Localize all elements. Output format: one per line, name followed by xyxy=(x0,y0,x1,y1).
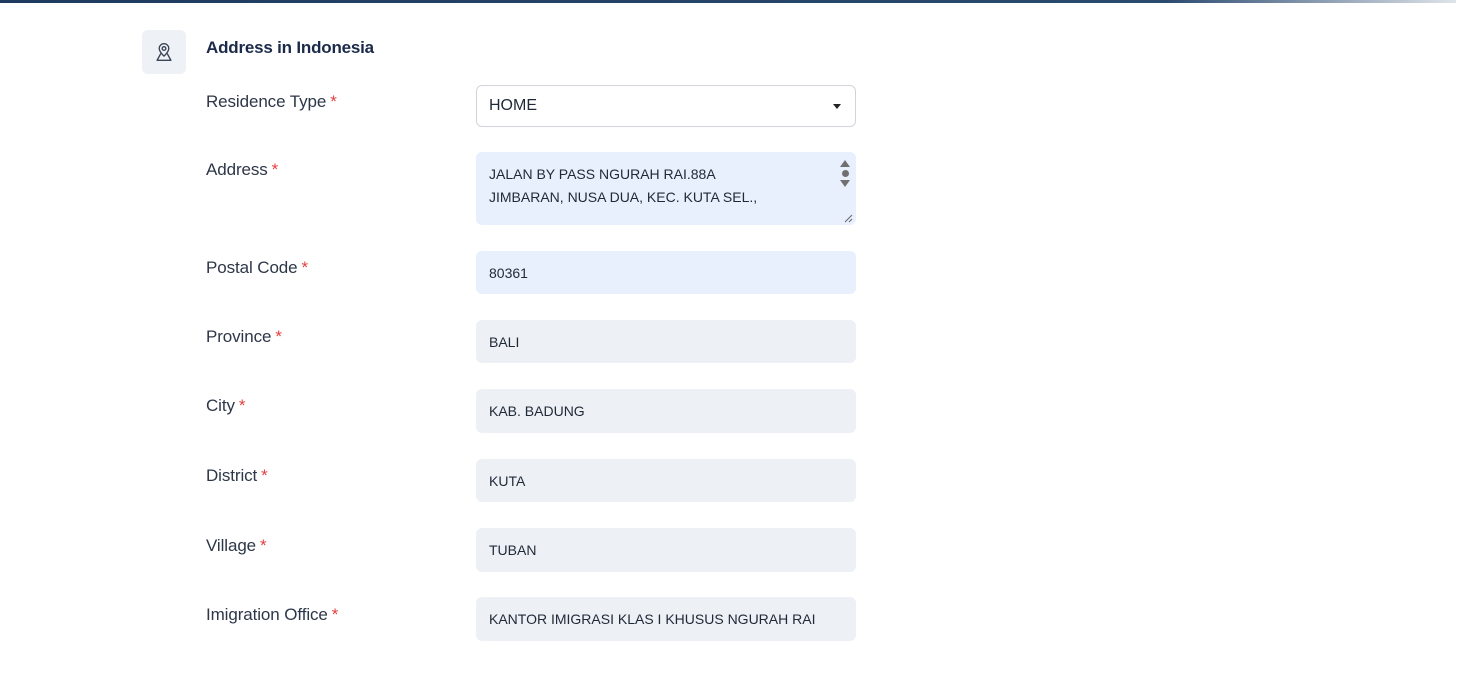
imigration-office-label-text: Imigration Office xyxy=(206,605,328,624)
chevron-down-icon xyxy=(833,103,841,109)
required-marker: * xyxy=(261,466,268,485)
province-field[interactable]: BALI xyxy=(476,320,856,363)
resize-handle-icon[interactable] xyxy=(843,213,853,223)
required-marker: * xyxy=(331,605,339,624)
required-marker: * xyxy=(301,258,309,277)
address-label-text: Address xyxy=(206,160,268,179)
imigration-office-value: KANTOR IMIGRASI KLAS I KHUSUS NGURAH RAI xyxy=(489,611,816,627)
postal-code-label-text: Postal Code xyxy=(206,258,298,277)
map-pin-icon xyxy=(142,30,186,74)
city-label: City * xyxy=(206,396,246,416)
address-textarea[interactable]: JALAN BY PASS NGURAH RAI.88A JIMBARAN, N… xyxy=(476,152,856,225)
village-label-text: Village xyxy=(206,536,257,555)
residence-type-label-text: Residence Type xyxy=(206,92,327,111)
city-label-text: City xyxy=(206,396,235,415)
province-label: Province * xyxy=(206,327,282,347)
scroll-down-arrow-icon[interactable] xyxy=(840,180,850,187)
scroll-up-arrow-icon[interactable] xyxy=(840,160,850,167)
residence-type-label: Residence Type * xyxy=(206,92,337,112)
section-title: Address in Indonesia xyxy=(206,38,374,57)
postal-code-value: 80361 xyxy=(489,264,528,281)
province-value: BALI xyxy=(489,333,520,350)
address-line-2: JIMBARAN, NUSA DUA, KEC. KUTA SEL., xyxy=(489,189,758,205)
residence-type-select[interactable]: HOME xyxy=(476,85,856,127)
address-line-1: JALAN BY PASS NGURAH RAI.88A xyxy=(489,166,716,182)
textarea-scrollbar[interactable] xyxy=(840,160,850,218)
required-marker: * xyxy=(271,160,279,179)
village-label: Village * xyxy=(206,536,267,556)
top-border xyxy=(0,0,1456,3)
village-field[interactable]: TUBAN xyxy=(476,528,856,572)
required-marker: * xyxy=(238,396,246,415)
residence-type-value: HOME xyxy=(489,97,537,114)
scroll-thumb[interactable] xyxy=(841,170,849,177)
required-marker: * xyxy=(275,327,282,346)
district-value: KUTA xyxy=(489,472,526,489)
postal-code-input[interactable]: 80361 xyxy=(476,251,856,294)
postal-code-label: Postal Code * xyxy=(206,258,308,278)
province-label-text: Province xyxy=(206,327,272,346)
city-field[interactable]: KAB. BADUNG xyxy=(476,389,856,433)
city-value: KAB. BADUNG xyxy=(489,403,585,419)
district-label-text: District xyxy=(206,466,258,485)
address-label: Address * xyxy=(206,160,278,180)
district-field[interactable]: KUTA xyxy=(476,459,856,502)
imigration-office-field[interactable]: KANTOR IMIGRASI KLAS I KHUSUS NGURAH RAI xyxy=(476,597,856,641)
required-marker: * xyxy=(330,92,337,111)
required-marker: * xyxy=(260,536,267,555)
village-value: TUBAN xyxy=(489,542,537,558)
district-label: District * xyxy=(206,466,268,486)
imigration-office-label: Imigration Office * xyxy=(206,605,338,625)
